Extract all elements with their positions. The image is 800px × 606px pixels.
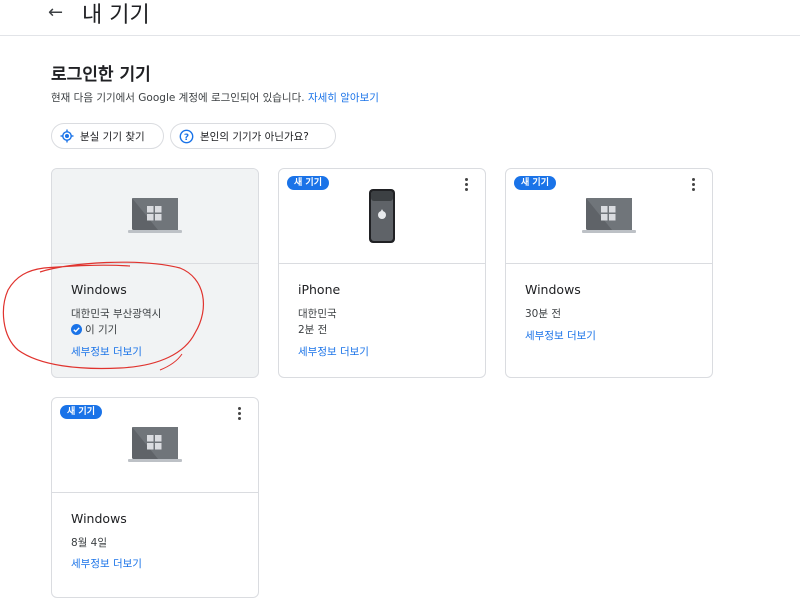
device-card-header: 새 기기	[52, 398, 258, 493]
more-details-link[interactable]: 세부정보 더보기	[71, 556, 142, 571]
description-text: 현재 다음 기기에서 Google 계정에 로그인되어 있습니다.	[51, 92, 305, 104]
device-card-header	[52, 169, 258, 264]
locate-icon	[60, 129, 74, 143]
windows-laptop-icon	[582, 198, 636, 233]
page-title: 내 기기	[82, 3, 150, 28]
svg-text:?: ?	[184, 133, 189, 143]
new-device-badge: 새 기기	[287, 176, 329, 190]
device-last-seen: 8월 4일	[71, 537, 108, 549]
learn-more-link[interactable]: 자세히 알아보기	[308, 92, 379, 104]
device-status: 이 기기	[85, 324, 118, 336]
device-card-header: 새 기기	[506, 169, 712, 264]
not-your-device-label: 본인의 기기가 아닌가요?	[200, 130, 309, 143]
device-location: 대한민국	[298, 308, 337, 320]
section-description: 현재 다음 기기에서 Google 계정에 로그인되어 있습니다. 자세히 알아…	[51, 90, 379, 105]
more-vert-icon[interactable]	[461, 177, 471, 195]
device-name: Windows	[71, 511, 127, 526]
device-name: iPhone	[298, 282, 341, 297]
check-circle-icon	[71, 324, 82, 335]
find-lost-device-button[interactable]: 분실 기기 찾기	[51, 123, 164, 149]
new-device-badge: 새 기기	[60, 405, 102, 419]
device-card-header: 새 기기	[279, 169, 485, 264]
windows-laptop-icon	[128, 427, 182, 462]
section-title: 로그인한 기기	[51, 65, 151, 85]
device-card[interactable]: 새 기기 Windows 8월 4일 세부정보 더보기	[51, 397, 259, 598]
device-card[interactable]: 새 기기 Windows 30분 전 세부정보 더보기	[505, 168, 713, 378]
top-bar: ← 내 기기	[0, 0, 800, 36]
help-circle-icon: ?	[179, 129, 194, 143]
this-device-status: 이 기기	[71, 322, 117, 337]
iphone-icon	[369, 189, 395, 243]
device-card[interactable]: 새 기기 iPhone 대한민국 2분 전 세부정보 더보기	[278, 168, 486, 378]
more-vert-icon[interactable]	[234, 406, 244, 424]
more-vert-icon[interactable]	[688, 177, 698, 195]
more-details-link[interactable]: 세부정보 더보기	[525, 328, 596, 343]
device-status: 2분 전	[298, 324, 328, 336]
device-name: Windows	[71, 282, 127, 297]
device-card[interactable]: Windows 대한민국 부산광역시 이 기기 세부정보 더보기	[51, 168, 259, 378]
not-your-device-button[interactable]: ? 본인의 기기가 아닌가요?	[170, 123, 336, 149]
windows-laptop-icon	[128, 198, 182, 233]
device-last-seen: 30분 전	[525, 308, 562, 320]
more-details-link[interactable]: 세부정보 더보기	[298, 344, 369, 359]
more-details-link[interactable]: 세부정보 더보기	[71, 344, 142, 359]
arrow-back-icon[interactable]: ←	[48, 2, 63, 23]
device-location: 대한민국 부산광역시	[71, 308, 162, 320]
find-lost-device-label: 분실 기기 찾기	[80, 130, 145, 143]
device-name: Windows	[525, 282, 581, 297]
new-device-badge: 새 기기	[514, 176, 556, 190]
